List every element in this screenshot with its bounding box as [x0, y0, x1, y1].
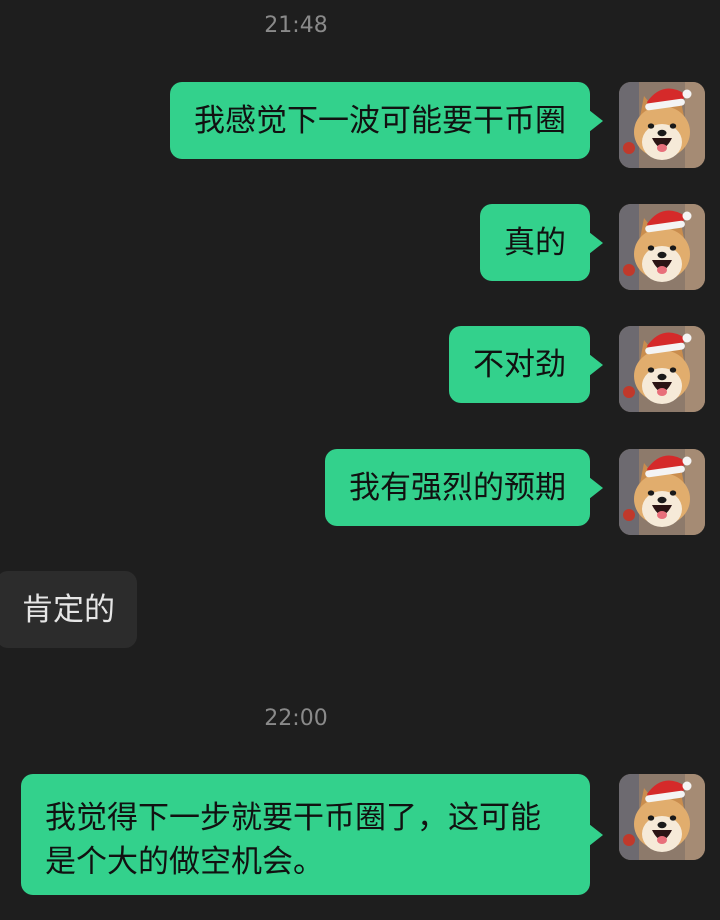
message-text: 我有强烈的预期	[349, 469, 566, 506]
shiba-inu-santa-hat-avatar-icon	[619, 774, 705, 860]
message-text: 我觉得下一步就要干币圈了，这可能是个大的做空机会。	[45, 800, 541, 880]
message-bubble-incoming[interactable]: 肯定的	[0, 571, 137, 648]
timestamp-2200: 22:00	[264, 706, 328, 731]
avatar[interactable]	[619, 449, 705, 535]
timestamp-2148: 21:48	[264, 13, 328, 38]
message-text: 不对劲	[473, 346, 566, 383]
message-text: 真的	[504, 224, 566, 261]
avatar[interactable]	[619, 82, 705, 168]
avatar[interactable]	[619, 326, 705, 412]
shiba-inu-santa-hat-avatar-icon	[619, 82, 705, 168]
message-bubble-outgoing[interactable]: 我感觉下一波可能要干币圈	[170, 82, 590, 159]
message-bubble-outgoing[interactable]: 我有强烈的预期	[325, 449, 590, 526]
shiba-inu-santa-hat-avatar-icon	[619, 326, 705, 412]
message-text: 肯定的	[22, 591, 115, 628]
avatar[interactable]	[619, 204, 705, 290]
message-bubble-outgoing[interactable]: 我觉得下一步就要干币圈了，这可能是个大的做空机会。	[21, 774, 590, 895]
avatar[interactable]	[619, 774, 705, 860]
message-bubble-outgoing[interactable]: 不对劲	[449, 326, 590, 403]
shiba-inu-santa-hat-avatar-icon	[619, 449, 705, 535]
shiba-inu-santa-hat-avatar-icon	[619, 204, 705, 290]
message-bubble-outgoing[interactable]: 真的	[480, 204, 590, 281]
message-text: 我感觉下一波可能要干币圈	[194, 102, 566, 139]
